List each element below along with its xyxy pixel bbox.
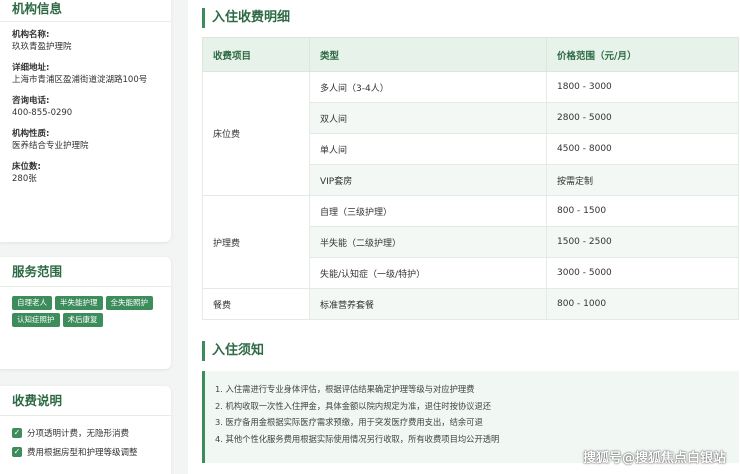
- price-cell: 800 - 1000: [546, 288, 739, 320]
- service-tag: 认知症照护: [12, 313, 60, 327]
- info-label-type: 机构性质:: [12, 129, 50, 139]
- service-tag: 半失能护理: [55, 296, 103, 310]
- fee-note-text: 分项透明计费，无隐形消费: [27, 429, 130, 439]
- header-price: 价格范围（元/月）: [546, 37, 739, 72]
- type-cell: 双人间: [309, 102, 547, 134]
- header-type: 类型: [309, 37, 547, 72]
- info-value-address: 上海市青浦区盈浦街道淀湖路100号: [12, 75, 148, 85]
- price-cell: 1800 - 3000: [546, 71, 739, 103]
- price-cell: 按需定制: [546, 164, 739, 196]
- table-row: 餐费 标准营养套餐 800 - 1000: [202, 288, 739, 320]
- category-cell: 护理费: [202, 195, 310, 289]
- category-cell: 床位费: [202, 71, 310, 196]
- info-value-name: 玖玖青盈护理院: [12, 42, 72, 52]
- sidebar: 机构信息 机构名称: 玖玖青盈护理院 详细地址: 上海市青浦区盈浦街道淀湖路10…: [0, 0, 172, 474]
- notice-item: 3. 医疗备用金根据实际医疗需求预缴，用于突发医疗费用支出，结余可退: [215, 417, 483, 427]
- type-cell: VIP套房: [309, 164, 547, 196]
- price-cell: 800 - 1500: [546, 195, 739, 227]
- info-label-beds: 床位数:: [12, 162, 41, 172]
- info-value-type: 医养结合专业护理院: [12, 141, 89, 151]
- fee-note-item: ✓ 分项透明计费，无隐形消费: [12, 425, 171, 441]
- table-header-row: 收费项目 类型 价格范围（元/月）: [202, 37, 739, 72]
- info-label-phone: 咨询电话:: [12, 96, 50, 106]
- institution-info-list: 机构名称: 玖玖青盈护理院 详细地址: 上海市青浦区盈浦街道淀湖路100号 咨询…: [0, 22, 171, 186]
- info-label-address: 详细地址:: [12, 63, 50, 73]
- watermark: 搜狐号@搜狐焦点白银站: [582, 451, 726, 466]
- info-label-name: 机构名称:: [12, 30, 50, 40]
- check-icon: ✓: [12, 447, 22, 457]
- notice-item: 2. 机构收取一次性入住押金，具体金额以院内规定为准，退住时按协议退还: [215, 400, 492, 411]
- type-cell: 失能/认知症（一级/特护）: [309, 257, 547, 289]
- info-value-beds: 280张: [12, 174, 37, 184]
- fees-table: 收费项目 类型 价格范围（元/月） 床位费 多人间（3-4人） 1800 - 3…: [202, 37, 739, 320]
- service-tag: 术后康复: [62, 313, 103, 327]
- service-tag: 自理老人: [12, 296, 52, 310]
- info-value-phone: 400-855-0290: [12, 108, 73, 118]
- price-cell: 4500 - 8000: [546, 133, 739, 165]
- institution-card-title: 机构信息: [0, 0, 171, 22]
- fee-note-text: 费用根据房型和护理等级调整: [27, 448, 138, 458]
- category-cell: 餐费: [202, 288, 310, 320]
- service-tag: 全失能照护: [105, 296, 153, 310]
- table-row: 护理费 自理（三级护理） 800 - 1500: [202, 195, 739, 289]
- price-cell: 1500 - 2500: [546, 226, 739, 258]
- fee-notes-list: ✓ 分项透明计费，无隐形消费 ✓ 费用根据房型和护理等级调整: [0, 416, 171, 460]
- type-cell: 自理（三级护理）: [309, 195, 547, 227]
- type-cell: 单人间: [309, 133, 547, 165]
- table-row: 床位费 多人间（3-4人） 1800 - 3000: [202, 71, 739, 196]
- fee-note-item: ✓ 费用根据房型和护理等级调整: [12, 444, 171, 460]
- type-cell: 多人间（3-4人）: [309, 71, 547, 103]
- type-cell: 标准营养套餐: [309, 288, 547, 320]
- notice-item: 4. 其他个性化服务费用根据实际使用情况另行收取，所有收费项目均公开透明: [215, 433, 500, 444]
- services-card-title: 服务范围: [0, 257, 171, 287]
- services-card: 服务范围 自理老人 半失能护理 全失能照护 认知症照护 术后康复: [0, 257, 171, 369]
- fees-section-title: 入住收费明细: [202, 8, 290, 28]
- fee-notes-card: 收费说明 ✓ 分项透明计费，无隐形消费 ✓ 费用根据房型和护理等级调整: [0, 386, 171, 474]
- fee-notes-card-title: 收费说明: [0, 386, 171, 416]
- main-content: 入住收费明细 收费项目 类型 价格范围（元/月） 床位费 多人间（3-4人） 1…: [188, 0, 740, 474]
- notice-section-title: 入住须知: [202, 341, 264, 361]
- notice-item: 1. 入住需进行专业身体评估，根据评估结果确定护理等级与对应护理费: [215, 384, 475, 394]
- service-tags: 自理老人 半失能护理 全失能照护 认知症照护 术后康复: [0, 287, 160, 330]
- price-cell: 3000 - 5000: [546, 257, 739, 289]
- header-item: 收费项目: [202, 37, 310, 72]
- institution-card: 机构信息 机构名称: 玖玖青盈护理院 详细地址: 上海市青浦区盈浦街道淀湖路10…: [0, 0, 171, 242]
- check-icon: ✓: [12, 428, 22, 438]
- type-cell: 半失能（二级护理）: [309, 226, 547, 258]
- price-cell: 2800 - 5000: [546, 102, 739, 134]
